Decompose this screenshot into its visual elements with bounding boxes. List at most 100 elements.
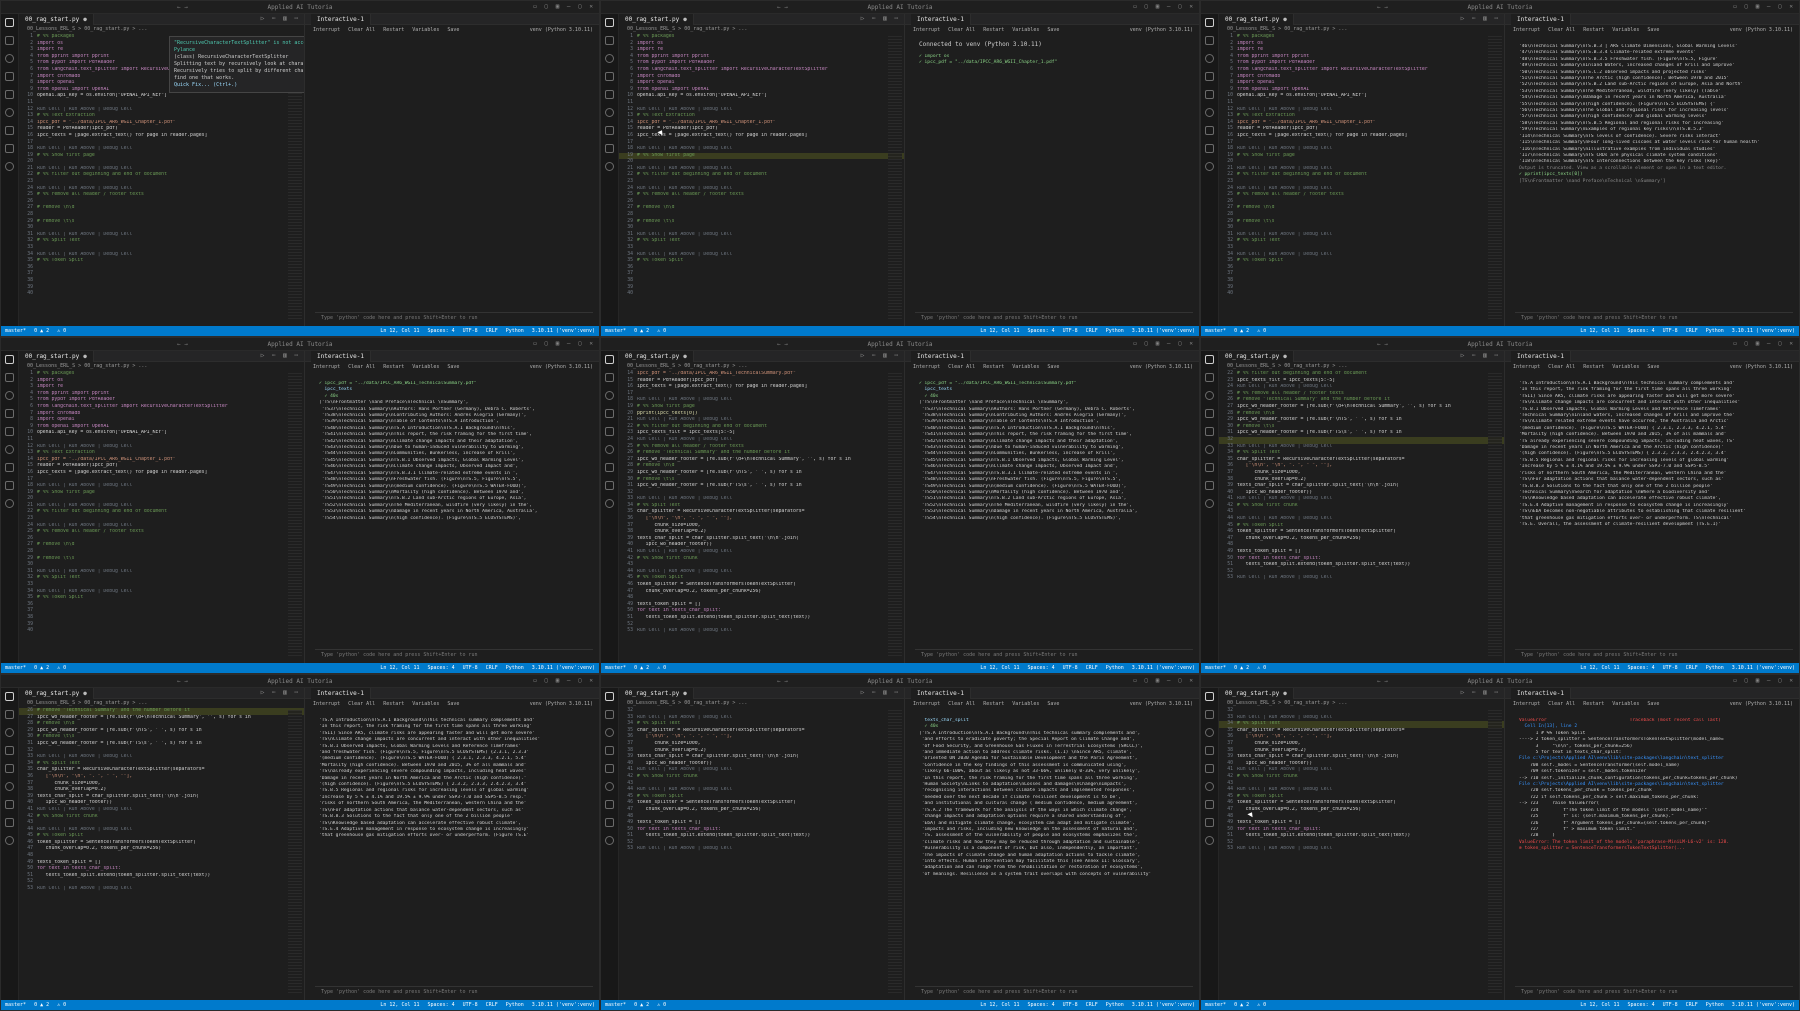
code-line[interactable]: 17 <box>19 477 304 484</box>
code-line[interactable]: 42 # %% Show first chunk <box>1219 774 1504 781</box>
code-line[interactable]: 20 <box>19 159 304 166</box>
code-line[interactable]: 7 import chromadb <box>19 411 304 418</box>
remote-icon[interactable] <box>605 463 614 472</box>
status-right-item[interactable]: Spaces: 4 <box>1028 328 1055 334</box>
code-line[interactable]: 44 Run Cell | Run Above | Debug Cell <box>19 827 304 834</box>
code-line[interactable]: 44 Run Cell | Run Above | Debug Cell <box>1219 787 1504 794</box>
code-line[interactable]: 4 from pprint import pprint <box>19 391 304 398</box>
code-line[interactable]: 50 for text in texts_char_split: <box>1219 827 1504 834</box>
code-line[interactable]: 50 for text in texts_char_split: <box>619 827 904 834</box>
code-line[interactable]: 28 # remove \n\d <box>619 463 904 470</box>
code-line[interactable]: 36 ["\n\n", "\n", ". ", " ", ""], <box>619 734 904 741</box>
code-line[interactable]: 35 char_splitter = RecursiveCharacterText… <box>1219 457 1504 464</box>
editor-actions[interactable]: ▷ ⋯ ▥ ⋯ <box>261 689 300 696</box>
code-line[interactable]: 33 <box>19 582 304 589</box>
code-line[interactable]: 28 # remove \n\d <box>19 721 304 728</box>
testing-icon[interactable] <box>605 108 614 117</box>
code-line[interactable]: 27 # remove \n\d <box>1219 205 1504 212</box>
status-right-item[interactable]: UTF-8 <box>1663 328 1678 334</box>
extensions-icon[interactable] <box>5 427 14 436</box>
python-icon[interactable] <box>5 162 14 171</box>
window-controls[interactable]: ▭ ▢ ▣ — ▢ ✕ <box>1133 340 1195 347</box>
status-right-item[interactable]: 3.10.11 ('venv':venv) <box>1732 328 1795 334</box>
explorer-icon[interactable] <box>1205 692 1214 701</box>
code-line[interactable]: 24 Run Cell | Run Above | Debug Cell <box>1219 186 1504 193</box>
code-line[interactable]: 10 openai.api_key = os.environ["OPENAI_AP… <box>19 93 304 100</box>
explorer-icon[interactable] <box>605 18 614 27</box>
status-left-item[interactable]: 0 ▲ 2 <box>634 328 649 334</box>
status-right-item[interactable]: Ln 12, Col 11 <box>380 1002 419 1008</box>
code-line[interactable]: 35 # %% Token Split <box>1219 258 1504 265</box>
window-controls[interactable]: ▭ ▢ ▣ — ▢ ✕ <box>1733 3 1795 10</box>
interrupt-button[interactable]: Interrupt <box>313 364 340 370</box>
run-debug-icon[interactable] <box>5 409 14 418</box>
status-right-item[interactable]: CRLF <box>1086 1002 1098 1008</box>
code-line[interactable]: 37 <box>1219 271 1504 278</box>
code-line[interactable]: 14 ipcc_pdf = "../data/IPCC_AR6_WGII_Tech… <box>619 371 904 378</box>
status-right-item[interactable]: Ln 12, Col 11 <box>1580 328 1619 334</box>
status-left-item[interactable]: 0 ▲ 2 <box>1234 328 1249 334</box>
status-right-item[interactable]: CRLF <box>1086 665 1098 671</box>
status-right-item[interactable]: UTF-8 <box>1063 328 1078 334</box>
code-line[interactable]: 25 # %% remove all header / footer texts <box>1219 391 1504 398</box>
nav-arrows[interactable]: ← → <box>177 4 188 11</box>
tab-rag-start[interactable]: 00_rag_start.py ● <box>19 14 94 25</box>
restart-button[interactable]: Restart <box>983 701 1004 707</box>
code-line[interactable]: 27 ipcc_wo_header_footer = [re.sub(r'\d+\… <box>619 457 904 464</box>
code-line[interactable]: 50 for text in texts_char_split: <box>19 866 304 873</box>
explorer-icon[interactable] <box>5 692 14 701</box>
kernel-picker[interactable]: venv (Python 3.10.11) <box>1130 364 1193 370</box>
code-line[interactable]: 47 chunk_overlap=0.2, tokens_per_chunk=2… <box>19 846 304 853</box>
code-line[interactable]: 50 for text in texts_char_split: <box>619 608 904 615</box>
python-icon[interactable] <box>605 162 614 171</box>
search-icon[interactable] <box>5 710 14 719</box>
breadcrumb[interactable]: 00_Lessons_ERL_S > 00_rag_start.py > ... <box>19 362 304 371</box>
extensions-icon[interactable] <box>1205 90 1214 99</box>
python-icon[interactable] <box>605 836 614 845</box>
code-line[interactable]: 47 chunk_overlap=0.2, tokens_per_chunk=2… <box>619 589 904 596</box>
extensions-icon[interactable] <box>1205 764 1214 773</box>
kernel-picker[interactable]: venv (Python 3.10.11) <box>1730 364 1793 370</box>
nav-arrows[interactable]: ← → <box>1377 4 1388 11</box>
code-line[interactable]: 16 ipcc_texts = [page.extract_text() for … <box>619 384 904 391</box>
code-line[interactable]: 52 <box>619 622 904 629</box>
code-line[interactable]: 33 <box>1219 245 1504 252</box>
code-line[interactable]: 14 ipcc_pdf = "../data/IPCC_AR6_WGII_Chap… <box>619 120 904 127</box>
code-line[interactable]: 10 openai.api_key = os.environ["OPENAI_AP… <box>19 430 304 437</box>
interactive-input[interactable]: Type 'python' code here and press Shift+… <box>1515 986 1793 996</box>
code-line[interactable]: 42 # %% Show first chunk <box>19 814 304 821</box>
clear-all-button[interactable]: Clear All <box>1548 27 1575 33</box>
testing-icon[interactable] <box>1205 782 1214 791</box>
code-line[interactable]: 31 Run Cell | Run Above | Debug Cell <box>19 569 304 576</box>
output-area[interactable]: ✓ ipcc_pdf = "../data/IPCC_AR6_WGII_Tech… <box>919 381 1193 645</box>
python-icon[interactable] <box>605 499 614 508</box>
python-icon[interactable] <box>1205 836 1214 845</box>
code-line[interactable]: 16 ipcc_texts = [page.extract_text() for … <box>19 470 304 477</box>
code-line[interactable]: 12 Run Cell | Run Above | Debug Cell <box>619 107 904 114</box>
status-left-item[interactable]: ⚠ 0 <box>1257 1002 1266 1008</box>
status-right-item[interactable]: Python <box>506 328 524 334</box>
save-button[interactable]: Save <box>1047 27 1059 33</box>
code-line[interactable]: 47 chunk_overlap=0.2, tokens_per_chunk=2… <box>1219 536 1504 543</box>
status-right-item[interactable]: Ln 12, Col 11 <box>380 665 419 671</box>
code-line[interactable]: 30 <box>619 225 904 232</box>
run-debug-icon[interactable] <box>1205 746 1214 755</box>
code-line[interactable]: 14 ipcc_pdf = "../data/IPCC_AR6_WGII_Chap… <box>1219 120 1504 127</box>
breadcrumb[interactable]: 00_Lessons_ERL_S > 00_rag_start.py > ... <box>619 25 904 34</box>
save-button[interactable]: Save <box>447 27 459 33</box>
save-button[interactable]: Save <box>1647 27 1659 33</box>
code-line[interactable]: 36 <box>19 265 304 272</box>
code-line[interactable]: 38 chunk_overlap=0.2) <box>619 748 904 755</box>
code-line[interactable]: 36 ["\n\n", "\n", ". ", " ", ""], <box>619 516 904 523</box>
code-line[interactable]: 13 # %% Text Extraction <box>1219 113 1504 120</box>
code-line[interactable]: 49 texts_token_split = [] <box>19 860 304 867</box>
status-right-item[interactable]: Spaces: 4 <box>428 1002 455 1008</box>
code-line[interactable]: 40 ipcc_wo_header_footer)) <box>19 800 304 807</box>
code-line[interactable]: 45 # %% Token Split <box>619 794 904 801</box>
code-line[interactable]: 17 <box>1219 140 1504 147</box>
status-left-item[interactable]: 0 ▲ 2 <box>34 665 49 671</box>
interrupt-button[interactable]: Interrupt <box>313 27 340 33</box>
remote-icon[interactable] <box>605 800 614 809</box>
window-controls[interactable]: ▭ ▢ ▣ — ▢ ✕ <box>533 340 595 347</box>
minimap[interactable] <box>888 710 902 994</box>
